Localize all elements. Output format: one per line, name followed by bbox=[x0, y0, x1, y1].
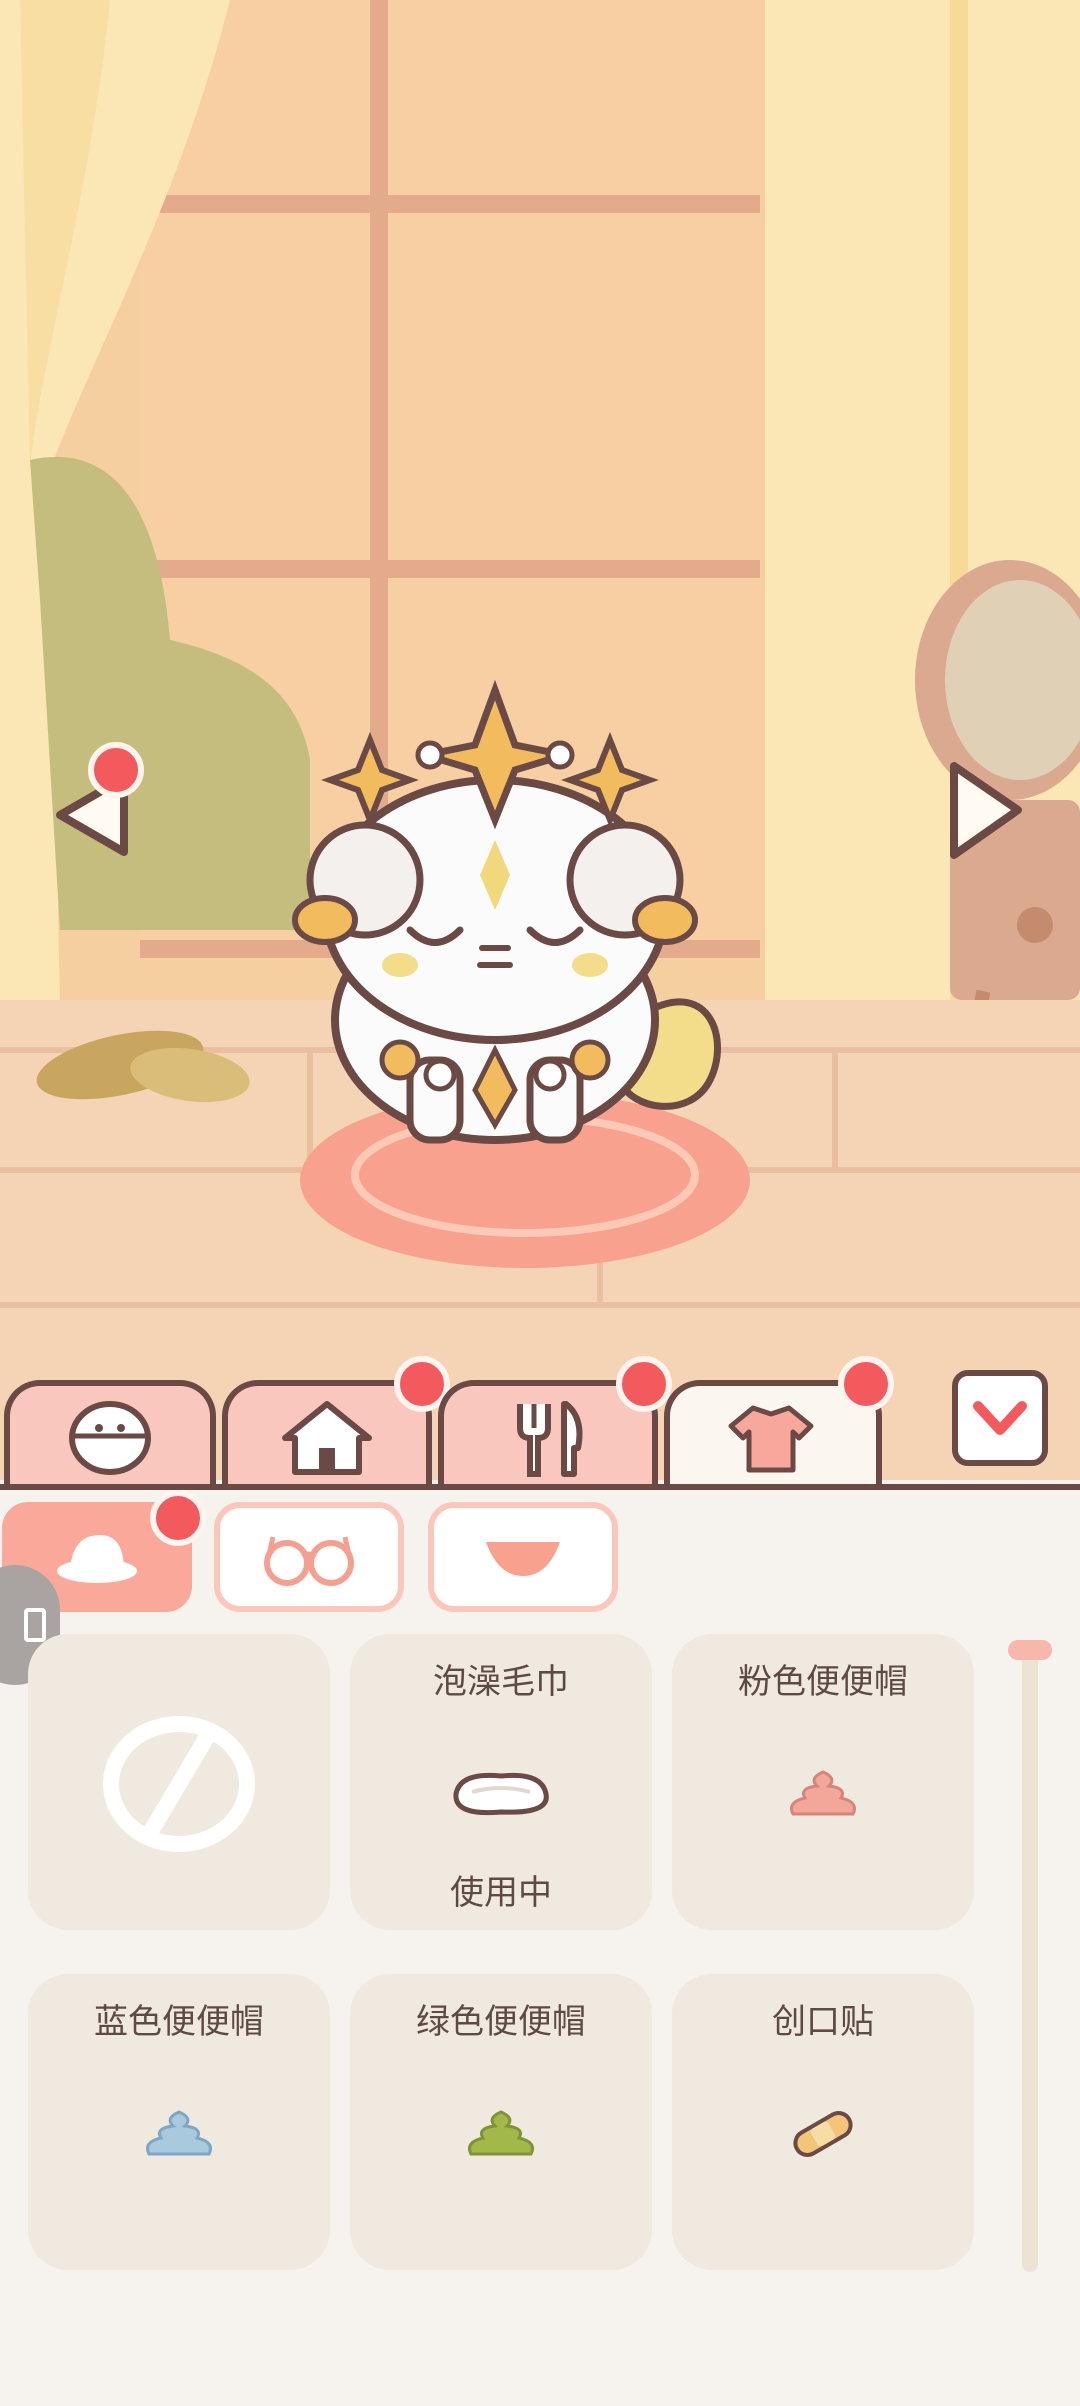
next-pet-button[interactable] bbox=[946, 758, 1026, 863]
notification-badge bbox=[88, 742, 144, 798]
item-card-none[interactable] bbox=[28, 1634, 330, 1930]
item-card-blue-poop-hat[interactable]: 蓝色便便帽 bbox=[28, 1974, 330, 2270]
item-card-bandage[interactable]: 创口贴 bbox=[672, 1974, 974, 2270]
item-card-towel[interactable]: 泡澡毛巾 使用中 bbox=[350, 1634, 652, 1930]
item-title: 蓝色便便帽 bbox=[94, 2003, 264, 2041]
item-status-in-use: 使用中 bbox=[450, 1874, 552, 1912]
item-title: 粉色便便帽 bbox=[738, 1663, 908, 1701]
collapse-button[interactable] bbox=[952, 1370, 1048, 1466]
cat-pet[interactable] bbox=[270, 680, 730, 1170]
room-scene bbox=[0, 0, 1080, 1480]
fork-knife-icon bbox=[517, 1401, 583, 1477]
scrollbar-track[interactable] bbox=[1022, 1644, 1038, 2272]
tab-food-badge bbox=[616, 1356, 672, 1412]
triangle-down-icon bbox=[486, 1542, 560, 1576]
item-title: 创口贴 bbox=[772, 2003, 874, 2041]
chevron-down-icon bbox=[973, 1401, 1027, 1435]
blue-poop-hat-icon bbox=[28, 2084, 330, 2184]
towel-icon bbox=[350, 1744, 652, 1844]
pink-poop-hat-icon bbox=[672, 1744, 974, 1844]
scrollbar-thumb[interactable] bbox=[1008, 1640, 1052, 1660]
none-icon bbox=[28, 1694, 330, 1874]
hat-icon bbox=[57, 1535, 137, 1583]
subtab-hats-badge bbox=[150, 1490, 206, 1546]
shirt-icon bbox=[728, 1405, 814, 1473]
face-icon bbox=[69, 1401, 151, 1475]
house-icon bbox=[282, 1401, 372, 1475]
subtab-glasses[interactable] bbox=[214, 1502, 404, 1612]
window-icon bbox=[24, 1608, 46, 1642]
subtab-accessories[interactable] bbox=[428, 1502, 618, 1612]
triangle-right-icon bbox=[950, 762, 1022, 859]
glasses-icon bbox=[264, 1536, 354, 1586]
item-card-pink-poop-hat[interactable]: 粉色便便帽 bbox=[672, 1634, 974, 1930]
bandage-icon bbox=[672, 2084, 974, 2184]
tab-face[interactable] bbox=[4, 1380, 216, 1490]
green-poop-hat-icon bbox=[350, 2084, 652, 2184]
item-title: 绿色便便帽 bbox=[416, 2003, 586, 2041]
tab-clothes-badge bbox=[838, 1356, 894, 1412]
item-title: 泡澡毛巾 bbox=[433, 1663, 569, 1701]
item-card-green-poop-hat[interactable]: 绿色便便帽 bbox=[350, 1974, 652, 2270]
